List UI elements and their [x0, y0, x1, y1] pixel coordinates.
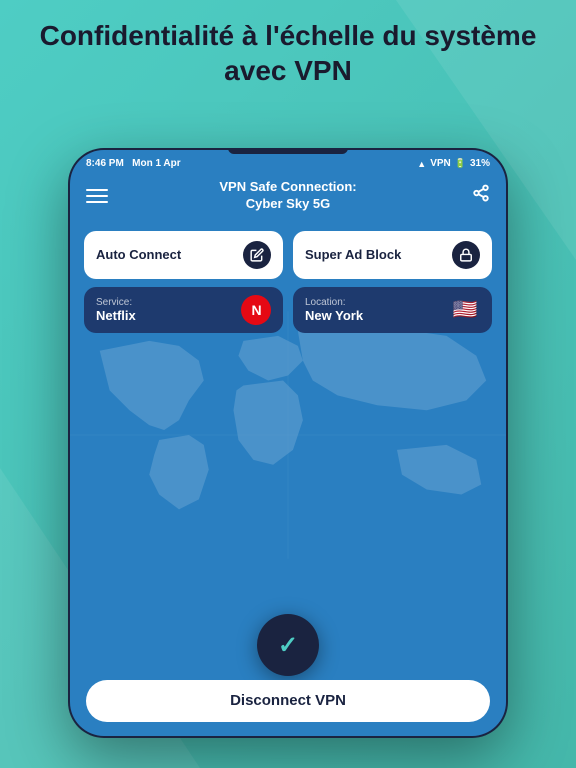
flag-icon: 🇺🇸	[450, 295, 480, 325]
status-time: 8:46 PM	[86, 158, 124, 169]
page-header: Confidentialité à l'échelle du système a…	[0, 18, 576, 88]
super-ad-block-button[interactable]: Super Ad Block	[293, 231, 492, 279]
auto-connect-icon	[243, 241, 271, 269]
menu-button[interactable]	[86, 189, 108, 203]
menu-line-2	[86, 195, 108, 197]
feature-row: Auto Connect Super Ad Block	[84, 231, 492, 279]
menu-line-1	[86, 189, 108, 191]
battery-icon: 🔋	[455, 158, 466, 169]
nav-title-line1: VPN Safe Connection:	[219, 179, 356, 196]
disconnect-vpn-button[interactable]: Disconnect VPN	[86, 680, 490, 722]
disconnect-vpn-label: Disconnect VPN	[230, 692, 346, 709]
phone-frame: 8:46 PM Mon 1 Apr ▲ VPN 🔋 31% VPN Safe C…	[68, 148, 508, 738]
menu-line-3	[86, 201, 108, 203]
nav-title: VPN Safe Connection: Cyber Sky 5G	[219, 179, 356, 213]
status-indicators: ▲ VPN 🔋 31%	[417, 158, 490, 169]
phone-screen: 8:46 PM Mon 1 Apr ▲ VPN 🔋 31% VPN Safe C…	[70, 150, 506, 736]
connect-button-area: ✓	[257, 614, 319, 676]
super-ad-block-icon	[452, 241, 480, 269]
page-title: Confidentialité à l'échelle du système a…	[30, 18, 546, 88]
location-value: New York	[305, 308, 363, 323]
service-value: Netflix	[96, 308, 136, 323]
super-ad-block-label: Super Ad Block	[305, 247, 401, 262]
share-button[interactable]	[472, 184, 490, 207]
phone-notch	[228, 148, 348, 154]
service-info: Service: Netflix	[96, 297, 136, 323]
auto-connect-label: Auto Connect	[96, 247, 181, 262]
service-button[interactable]: Service: Netflix N	[84, 287, 283, 333]
auto-connect-button[interactable]: Auto Connect	[84, 231, 283, 279]
netflix-icon: N	[241, 295, 271, 325]
service-label: Service:	[96, 297, 136, 308]
content-area: Auto Connect Super Ad Block	[70, 221, 506, 333]
location-label: Location:	[305, 297, 363, 308]
vpn-label: VPN	[430, 158, 451, 169]
nav-bar: VPN Safe Connection: Cyber Sky 5G	[70, 173, 506, 221]
world-map	[70, 310, 506, 560]
wifi-icon: ▲	[417, 159, 426, 169]
map-svg	[70, 310, 506, 560]
location-button[interactable]: Location: New York 🇺🇸	[293, 287, 492, 333]
status-date: Mon 1 Apr	[132, 158, 181, 169]
checkmark-icon: ✓	[278, 631, 298, 660]
service-row: Service: Netflix N Location: New York 🇺🇸	[84, 287, 492, 333]
battery-level: 31%	[470, 158, 490, 169]
location-info: Location: New York	[305, 297, 363, 323]
connect-circle-button[interactable]: ✓	[257, 614, 319, 676]
nav-title-line2: Cyber Sky 5G	[219, 196, 356, 213]
status-time-date: 8:46 PM Mon 1 Apr	[86, 158, 181, 169]
